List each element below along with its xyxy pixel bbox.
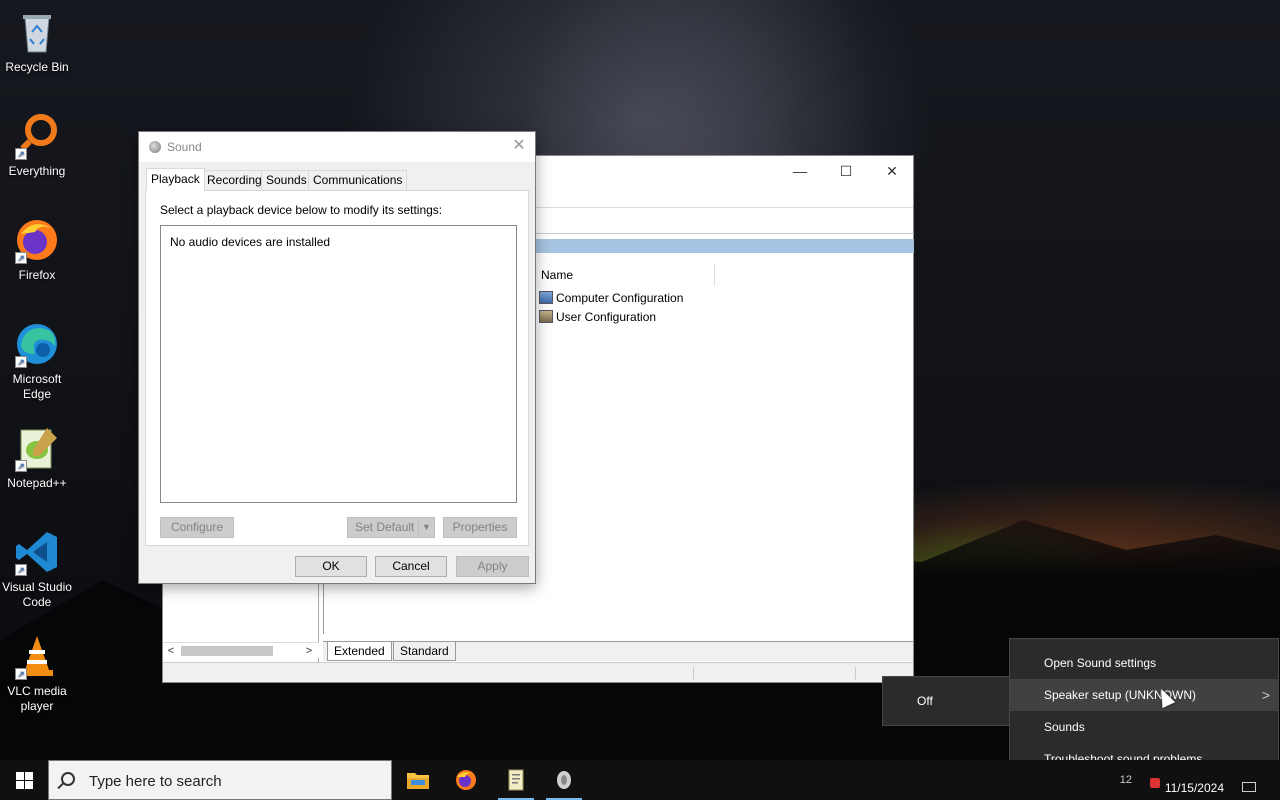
taskbar-notepad-plus-plus[interactable] <box>492 760 540 800</box>
minimize-button[interactable]: — <box>777 156 823 186</box>
notepad-plus-plus-icon: ↗ <box>13 424 61 472</box>
apply-button[interactable]: Apply <box>456 556 529 577</box>
tray-date[interactable]: 11/15/2024 <box>1165 781 1224 795</box>
tray-indicator-text: 12 <box>1119 774 1132 786</box>
cancel-button[interactable]: Cancel <box>375 556 447 577</box>
desktop-icon-vscode[interactable]: ↗ Visual Studio Code <box>0 528 74 610</box>
desktop-icon-vlc[interactable]: ↗ VLC media player <box>0 632 74 714</box>
dialog-title: Sound <box>167 140 202 154</box>
dialog-titlebar[interactable]: Sound ✕ <box>139 132 535 162</box>
desktop-icon-label: Recycle Bin <box>5 60 69 74</box>
list-item-label: User Configuration <box>556 310 657 324</box>
tab-communications[interactable]: Communications <box>308 170 408 190</box>
scrollbar-thumb[interactable] <box>181 646 273 656</box>
scroll-right-icon[interactable]: > <box>301 643 317 659</box>
list-item-computer-configuration[interactable]: Computer Configuration <box>539 289 683 307</box>
scroll-left-icon[interactable]: < <box>163 643 179 659</box>
desktop-icon-firefox[interactable]: ↗ Firefox <box>0 216 74 283</box>
horizontal-scrollbar[interactable]: < > <box>163 642 319 658</box>
view-tabs: Extended Standard <box>323 641 913 661</box>
column-separator[interactable] <box>714 264 715 286</box>
recycle-bin-icon <box>13 8 61 56</box>
menu-item-sounds[interactable]: Sounds <box>1010 711 1278 743</box>
edge-icon: ↗ <box>13 320 61 368</box>
taskbar-sound[interactable] <box>540 760 588 800</box>
chevron-down-icon[interactable]: ▼ <box>418 518 434 537</box>
firefox-icon: ↗ <box>13 216 61 264</box>
notification-center-icon[interactable] <box>1242 782 1256 792</box>
tab-sounds[interactable]: Sounds <box>261 170 312 190</box>
windows-logo-icon <box>16 772 33 789</box>
sound-icon <box>557 771 571 789</box>
submenu-item-off[interactable]: Off <box>883 685 1011 717</box>
tab-recording[interactable]: Recording <box>202 170 267 190</box>
start-button[interactable] <box>0 760 48 800</box>
search-placeholder: Type here to search <box>89 773 222 790</box>
playback-device-list[interactable]: No audio devices are installed <box>160 225 517 503</box>
close-button[interactable]: ✕ <box>511 136 527 156</box>
firefox-icon <box>456 770 476 790</box>
vscode-icon: ↗ <box>13 528 61 576</box>
desktop-icon-everything[interactable]: ↗ Everything <box>0 112 74 179</box>
taskbar-file-explorer[interactable] <box>394 760 442 800</box>
status-bar <box>163 662 913 682</box>
shortcut-arrow-icon: ↗ <box>15 356 27 368</box>
desktop-icon-notepad-plus-plus[interactable]: ↗ Notepad++ <box>0 424 74 491</box>
list-item-user-configuration[interactable]: User Configuration <box>539 308 656 326</box>
name-column-header[interactable]: Name <box>541 268 573 282</box>
maximize-button[interactable]: ☐ <box>823 156 869 186</box>
desktop-icon-edge[interactable]: ↗ Microsoft Edge <box>0 320 74 402</box>
speaker-setup-submenu: Off <box>882 676 1012 726</box>
shortcut-arrow-icon: ↗ <box>15 252 27 264</box>
user-configuration-icon <box>539 310 553 323</box>
search-icon <box>61 772 75 786</box>
set-default-label: Set Default <box>355 520 415 534</box>
desktop-icon-recycle-bin[interactable]: Recycle Bin <box>0 8 74 75</box>
desktop-icon-label: Microsoft Edge <box>12 372 62 401</box>
tray-alert-icon[interactable] <box>1150 778 1160 788</box>
desktop-icon-label: Everything <box>8 164 66 178</box>
menu-item-speaker-setup[interactable]: Speaker setup (UNKNOWN) > <box>1010 679 1278 711</box>
desktop-icon-label: Notepad++ <box>7 476 67 490</box>
taskbar-search-box[interactable]: Type here to search <box>48 760 392 800</box>
close-button[interactable]: ✕ <box>869 156 915 186</box>
configure-button[interactable]: Configure <box>160 517 234 538</box>
everything-search-icon: ↗ <box>13 112 61 160</box>
instruction-text: Select a playback device below to modify… <box>160 203 443 217</box>
shortcut-arrow-icon: ↗ <box>15 460 27 472</box>
status-separator <box>855 667 856 680</box>
tab-standard[interactable]: Standard <box>393 642 456 661</box>
taskbar: Type here to search 12 11/15/2024 <box>0 760 1280 800</box>
menu-item-open-sound-settings[interactable]: Open Sound settings <box>1010 647 1278 679</box>
file-explorer-icon <box>407 773 429 789</box>
set-default-button[interactable]: Set Default ▼ <box>347 517 435 538</box>
tab-playback[interactable]: Playback <box>146 168 205 191</box>
properties-button[interactable]: Properties <box>443 517 517 538</box>
status-separator <box>693 667 694 680</box>
computer-configuration-icon <box>539 291 553 304</box>
sound-dialog[interactable]: Sound ✕ Playback Recording Sounds Commun… <box>138 131 536 584</box>
shortcut-arrow-icon: ↗ <box>15 668 27 680</box>
desktop-icon-label: Visual Studio Code <box>2 580 72 609</box>
desktop-icon-label: VLC media player <box>7 684 67 713</box>
vlc-icon: ↗ <box>13 632 61 680</box>
list-item-label: Computer Configuration <box>556 291 684 305</box>
taskbar-firefox[interactable] <box>442 760 490 800</box>
chevron-right-icon: > <box>1261 687 1270 703</box>
empty-device-message: No audio devices are installed <box>170 235 331 249</box>
tab-extended[interactable]: Extended <box>327 642 392 661</box>
desktop-icon-label: Firefox <box>18 268 56 282</box>
shortcut-arrow-icon: ↗ <box>15 564 27 576</box>
ok-button[interactable]: OK <box>295 556 367 577</box>
notepad-plus-plus-icon <box>508 769 524 791</box>
shortcut-arrow-icon: ↗ <box>15 148 27 160</box>
speaker-icon <box>149 141 161 153</box>
playback-panel: Select a playback device below to modify… <box>145 190 529 546</box>
